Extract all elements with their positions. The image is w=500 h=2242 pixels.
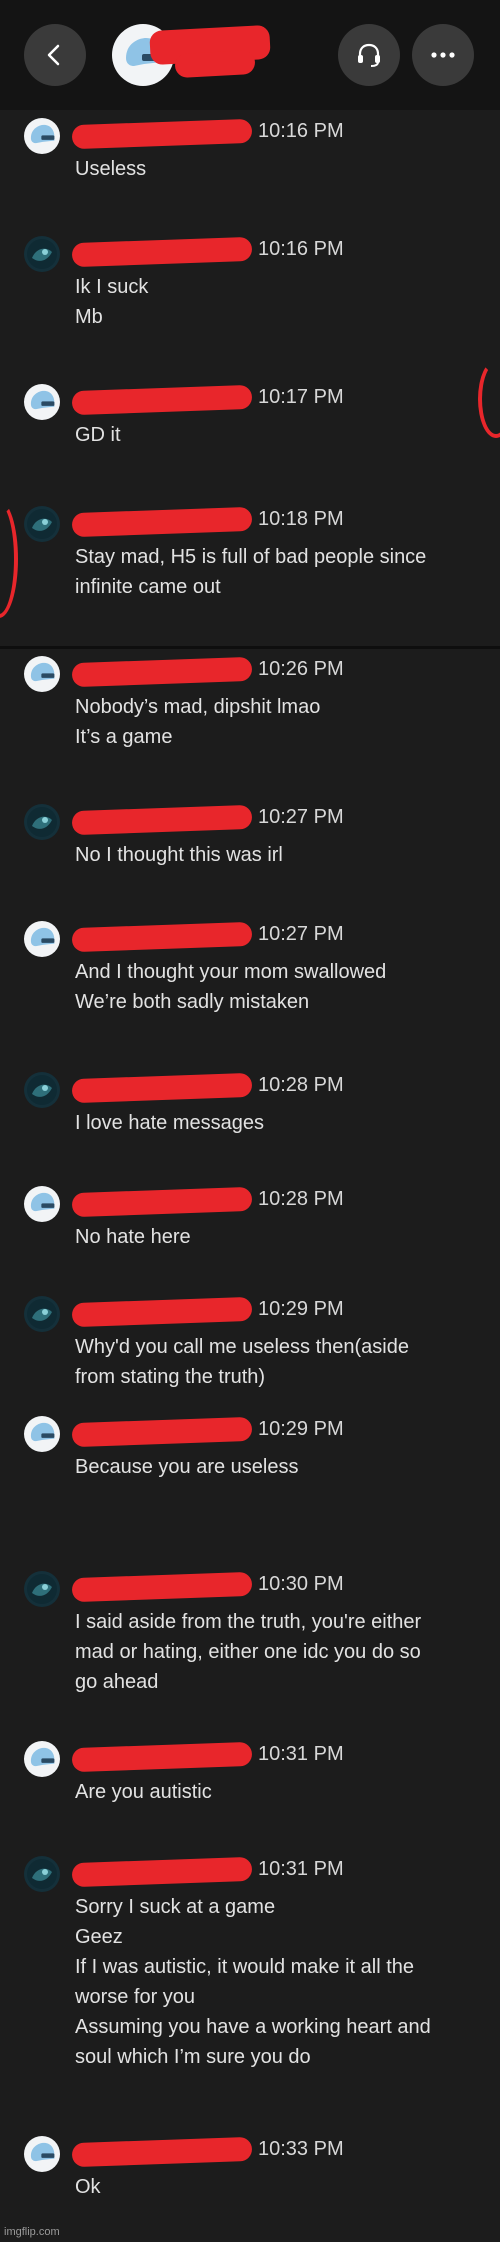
sender-name-redaction [71, 236, 253, 268]
message-text-line: And I thought your mom swallowed [75, 961, 387, 983]
message-text-line: Assuming you have a working heart and [75, 2016, 431, 2038]
sender-name-redaction [71, 656, 253, 688]
message-text-line: Sorry I suck at a game [75, 1896, 276, 1918]
message-text-line: No hate here [75, 1226, 191, 1248]
sender-name-redaction [71, 1571, 253, 1603]
message-timestamp: 10:30 PM [258, 1573, 344, 1595]
message-body: Because you are useless [75, 1452, 485, 1482]
sender-avatar[interactable] [24, 384, 60, 420]
message-text-line: worse for you [75, 1986, 196, 2008]
message-timestamp: 10:26 PM [258, 658, 344, 680]
message-body: Useless [75, 154, 485, 184]
sender-name-redaction [71, 1072, 253, 1104]
message-timestamp: 10:28 PM [258, 1188, 344, 1210]
message-timestamp: 10:16 PM [258, 120, 344, 142]
message-text-line: If I was autistic, it would make it all … [75, 1956, 415, 1978]
contact-status-redaction [174, 49, 256, 79]
message-body: Nobody’s mad, dipshit lmao It’s a game [75, 692, 485, 752]
message-text-line: It’s a game [75, 726, 173, 748]
message-text-line: mad or hating, either one idc you do so [75, 1641, 421, 1663]
red-scribble-mark [0, 500, 18, 618]
sender-name-redaction [71, 384, 253, 416]
message-text-line: from stating the truth) [75, 1366, 266, 1388]
message-text-line: Geez [75, 1926, 123, 1948]
message-text-line: Ik I suck [75, 276, 149, 298]
message-text-line: Why'd you call me useless then(aside [75, 1336, 409, 1358]
message-body: I said aside from the truth, you're eith… [75, 1607, 485, 1697]
message-text-line: Because you are useless [75, 1456, 299, 1478]
message-text-line: We’re both sadly mistaken [75, 991, 310, 1013]
message-timestamp: 10:29 PM [258, 1298, 344, 1320]
message-timestamp: 10:16 PM [258, 238, 344, 260]
message-timestamp: 10:31 PM [258, 1743, 344, 1765]
screenshot-seam [0, 646, 500, 649]
message-text-line: Ok [75, 2176, 101, 2198]
sender-name-redaction [71, 1856, 253, 1888]
message-body: I love hate messages [75, 1108, 485, 1138]
sender-name-redaction [71, 921, 253, 953]
sender-name-redaction [71, 804, 253, 836]
sender-avatar[interactable] [24, 506, 60, 542]
message-text-line: soul which I’m sure you do [75, 2046, 311, 2068]
sender-name-redaction [71, 1296, 253, 1328]
message-timestamp: 10:28 PM [258, 1074, 344, 1096]
message-text-line: Useless [75, 158, 147, 180]
sender-name-redaction [71, 1186, 253, 1218]
message-text-line: Are you autistic [75, 1781, 212, 1803]
chevron-left-icon [47, 44, 60, 66]
message-body: Are you autistic [75, 1777, 485, 1807]
more-options-button[interactable] [412, 24, 474, 86]
message-body: No I thought this was irl [75, 840, 485, 870]
message-timestamp: 10:29 PM [258, 1418, 344, 1440]
more-horizontal-icon [431, 52, 455, 58]
sender-name-redaction [71, 506, 253, 538]
back-button[interactable] [24, 24, 86, 86]
message-body: Why'd you call me useless then(aside from… [75, 1332, 485, 1392]
sender-name-redaction [71, 1741, 253, 1773]
sender-avatar[interactable] [24, 2136, 60, 2172]
sender-avatar[interactable] [24, 656, 60, 692]
sender-name-redaction [71, 118, 253, 150]
message-body: GD it [75, 420, 485, 450]
message-body: And I thought your mom swallowed We’re bo… [75, 957, 485, 1017]
message-body: Stay mad, H5 is full of bad people since… [75, 542, 485, 602]
message-text-line: No I thought this was irl [75, 844, 283, 866]
headset-icon [358, 43, 380, 67]
message-body: No hate here [75, 1222, 485, 1252]
sender-avatar[interactable] [24, 1186, 60, 1222]
message-timestamp: 10:31 PM [258, 1858, 344, 1880]
message-timestamp: 10:17 PM [258, 386, 344, 408]
sender-avatar[interactable] [24, 1416, 60, 1452]
sender-avatar[interactable] [24, 1296, 60, 1332]
message-text-line: go ahead [75, 1671, 159, 1693]
watermark: imgflip.com [4, 2226, 60, 2238]
chat-header [0, 0, 500, 110]
message-text-line: infinite came out [75, 576, 221, 598]
sender-avatar[interactable] [24, 1856, 60, 1892]
sender-avatar[interactable] [24, 1571, 60, 1607]
message-body: Ok [75, 2172, 485, 2202]
sender-avatar[interactable] [24, 1072, 60, 1108]
message-text-line: Nobody’s mad, dipshit lmao [75, 696, 321, 718]
sender-avatar[interactable] [24, 1741, 60, 1777]
message-text-line: I said aside from the truth, you're eith… [75, 1611, 422, 1633]
message-timestamp: 10:27 PM [258, 806, 344, 828]
message-timestamp: 10:33 PM [258, 2138, 344, 2160]
sender-name-redaction [71, 1416, 253, 1448]
sender-name-redaction [71, 2136, 253, 2168]
message-text-line: Mb [75, 306, 103, 328]
message-text-line: Stay mad, H5 is full of bad people since [75, 546, 427, 568]
message-text-line: GD it [75, 424, 121, 446]
voice-chat-button[interactable] [338, 24, 400, 86]
sender-avatar[interactable] [24, 118, 60, 154]
sender-avatar[interactable] [24, 921, 60, 957]
sender-avatar[interactable] [24, 804, 60, 840]
message-timestamp: 10:27 PM [258, 923, 344, 945]
message-text-line: I love hate messages [75, 1112, 264, 1134]
sender-avatar[interactable] [24, 236, 60, 272]
message-body: Ik I suck Mb [75, 272, 485, 332]
message-body: Sorry I suck at a game Geez If I was autis… [75, 1892, 485, 2072]
message-timestamp: 10:18 PM [258, 508, 344, 530]
